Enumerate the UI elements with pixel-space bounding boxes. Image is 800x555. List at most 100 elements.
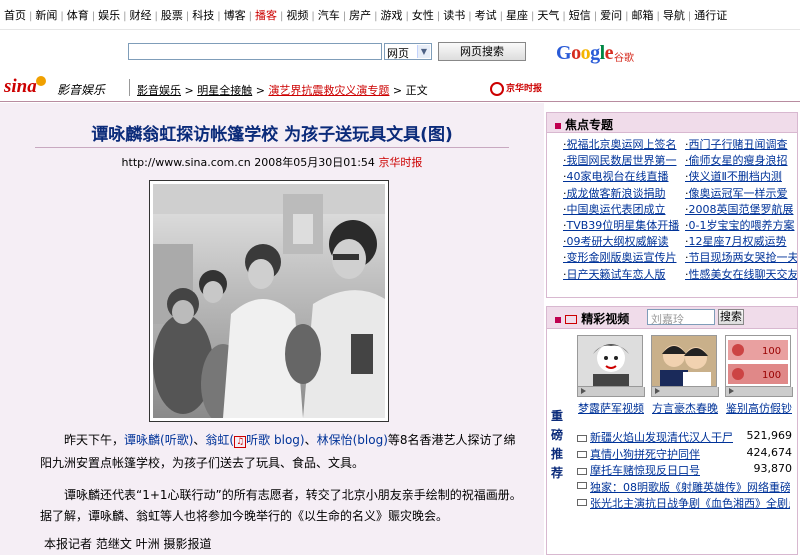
svg-text:100: 100 bbox=[762, 370, 781, 381]
video-list-item[interactable]: 张光北主演抗日战争剧《血色湘西》全剧点播 bbox=[577, 495, 795, 512]
nav-separator: | bbox=[248, 11, 252, 22]
nav-item[interactable]: 游戏 bbox=[381, 7, 403, 23]
search-input[interactable] bbox=[128, 43, 382, 60]
sina-logo[interactable]: sina bbox=[4, 76, 46, 98]
focus-topic-link[interactable]: ·TVB39位明星集体开播 bbox=[563, 217, 683, 233]
focus-topic-link[interactable]: ·变形金刚版奥运宣传片 bbox=[563, 249, 683, 265]
paragraph-2: 谭咏麟还代表“1+1心联行动”的所有志愿者，转交了北京小朋友亲手绘制的祝福画册。… bbox=[40, 488, 522, 523]
play-icon[interactable] bbox=[651, 387, 719, 397]
focus-topic-text: 中国奥运代表团成立 bbox=[566, 202, 666, 216]
link-weng[interactable]: 翁虹( bbox=[205, 433, 234, 447]
focus-topic-link[interactable]: ·祝福北京奥运网上签名 bbox=[563, 136, 683, 152]
channel-name[interactable]: 影音娱乐 bbox=[57, 81, 105, 98]
web-search-button[interactable]: 网页搜索 bbox=[438, 42, 526, 61]
thumb-illustration-1 bbox=[578, 336, 642, 386]
focus-topic-link[interactable]: ·日产天籁试车恋人版 bbox=[563, 266, 683, 282]
article-meta: http://www.sina.com.cn 2008年05月30日01:54 … bbox=[0, 154, 544, 170]
nav-item[interactable]: 博客 bbox=[224, 7, 246, 23]
nav-separator: | bbox=[60, 11, 64, 22]
thumb-illustration-3: 100 100 bbox=[726, 336, 790, 386]
video-list-title[interactable]: 摩托车赌惊现反日口号 bbox=[590, 464, 700, 477]
nav-item[interactable]: 播客 bbox=[255, 7, 277, 23]
google-logo[interactable]: Google bbox=[556, 42, 614, 65]
nav-item[interactable]: 股票 bbox=[161, 7, 183, 23]
nav-item[interactable]: 财经 bbox=[130, 7, 152, 23]
video-search-button[interactable]: 搜索 bbox=[718, 309, 744, 325]
video-thumb-1[interactable]: 梦露萨军视频 bbox=[577, 335, 645, 415]
video-thumb-2[interactable]: 方言豪杰春晚 bbox=[651, 335, 719, 415]
focus-topic-link[interactable]: ·偷师女星的瘦身浪招 bbox=[685, 152, 797, 168]
video-list-title[interactable]: 真情小狗拼死守护同伴 bbox=[590, 448, 700, 461]
search-type-select[interactable]: 网页 ▼ bbox=[384, 43, 432, 60]
focus-topic-link[interactable]: ·西门子行赌丑闻调查 bbox=[685, 136, 797, 152]
video-thumb-3[interactable]: 100 100 鉴别高仿假钞 bbox=[725, 335, 793, 415]
nav-item[interactable]: 导航 bbox=[663, 7, 685, 23]
nav-item[interactable]: 房产 bbox=[349, 7, 371, 23]
breadcrumb-link-stars[interactable]: 明星全接触 bbox=[197, 84, 252, 97]
focus-topic-text: TVB39位明星集体开播 bbox=[566, 218, 680, 232]
link-weng-blog[interactable]: 听歌 blog) bbox=[246, 433, 304, 447]
nav-separator: | bbox=[217, 11, 221, 22]
nav-item[interactable]: 星座 bbox=[506, 7, 528, 23]
focus-topic-link[interactable]: ·40家电视台在线直播 bbox=[563, 168, 683, 184]
focus-topic-link[interactable]: ·性感美女在线聊天交友 bbox=[685, 266, 797, 282]
nav-separator: | bbox=[593, 11, 598, 22]
source-url: http://www.sina.com.cn bbox=[121, 156, 251, 169]
focus-topic-text: 侠义道Ⅱ不删档内测 bbox=[688, 170, 782, 184]
focus-topic-link[interactable]: ·成龙做客新浪谈捐助 bbox=[563, 185, 683, 201]
nav-item[interactable]: 新闻 bbox=[35, 7, 57, 23]
focus-topic-text: 偷师女星的瘦身浪招 bbox=[688, 154, 788, 168]
article-source[interactable]: 京华时报 bbox=[378, 156, 422, 169]
video-list-item[interactable]: 新疆火焰山发现清代汉人干尸 521,969 bbox=[577, 429, 795, 446]
focus-topic-link[interactable]: ·我国网民数居世界第一 bbox=[563, 152, 683, 168]
nav-item[interactable]: 首页 bbox=[4, 7, 26, 23]
nav-item[interactable]: 读书 bbox=[443, 7, 465, 23]
nav-item[interactable]: 爱问 bbox=[600, 7, 622, 23]
focus-topic-link[interactable]: ·像奥运冠军一样示爱 bbox=[685, 185, 797, 201]
video-list-item[interactable]: 真情小狗拼死守护同伴 424,674 bbox=[577, 446, 795, 463]
play-icon[interactable] bbox=[725, 387, 793, 397]
focus-topic-link[interactable]: ·0-1岁宝宝的喂养方案 bbox=[685, 217, 797, 233]
article-title: 谭咏麟翁虹探访帐篷学校 为孩子送玩具文具(图) bbox=[91, 125, 453, 145]
view-count: 521,969 bbox=[746, 429, 793, 442]
video-thumb-image bbox=[577, 335, 643, 387]
nav-item[interactable]: 汽车 bbox=[318, 7, 340, 23]
video-list-item[interactable]: 独家：08明歌版《射雕英雄传》网络重磅首 bbox=[577, 479, 795, 496]
video-ranking-list: 新疆火焰山发现清代汉人干尸 521,969 真情小狗拼死守护同伴 424,674 摩托车… bbox=[577, 429, 795, 512]
nav-item[interactable]: 天气 bbox=[537, 7, 559, 23]
nav-separator: | bbox=[342, 11, 347, 22]
nav-item[interactable]: 通行证 bbox=[694, 7, 727, 23]
focus-topic-link[interactable]: ·09考研大纲权威解读 bbox=[563, 233, 683, 249]
nav-item[interactable]: 科技 bbox=[192, 7, 214, 23]
nav-separator: | bbox=[436, 11, 441, 22]
video-icon bbox=[577, 467, 587, 475]
video-list-title[interactable]: 张光北主演抗日战争剧《血色湘西》全剧点播 bbox=[590, 495, 790, 511]
play-icon[interactable] bbox=[577, 387, 645, 397]
nav-separator: | bbox=[468, 11, 472, 22]
focus-topic-link[interactable]: ·2008英国范堡罗航展 bbox=[685, 201, 797, 217]
video-list-title[interactable]: 独家：08明歌版《射雕英雄传》网络重磅首 bbox=[590, 479, 790, 495]
focus-topic-text: 40家电视台在线直播 bbox=[566, 170, 669, 184]
link-lin[interactable]: 林保怡(blog) bbox=[317, 433, 388, 447]
top-nav: 首页 | 新闻 | 体育 | 娱乐 | 财经 | 股票 | 科技 | 博客 | 播客 | 视频 | 汽车 | 房产 | 游戏 | 女… bbox=[0, 0, 800, 30]
nav-separator: | bbox=[311, 11, 315, 22]
focus-topic-link[interactable]: ·节目现场两女哭抢一夫 bbox=[685, 249, 797, 265]
focus-topic-link[interactable]: ·12星座7月权威运势 bbox=[685, 233, 797, 249]
nav-item[interactable]: 考试 bbox=[475, 7, 497, 23]
nav-item[interactable]: 女性 bbox=[412, 7, 434, 23]
breadcrumb-link-ent[interactable]: 影音娱乐 bbox=[137, 84, 181, 97]
video-list-title[interactable]: 新疆火焰山发现清代汉人干尸 bbox=[590, 431, 733, 444]
focus-topic-link[interactable]: ·侠义道Ⅱ不删档内测 bbox=[685, 168, 797, 184]
link-tan[interactable]: 谭咏麟(听歌) bbox=[124, 433, 193, 447]
breadcrumb-link-special[interactable]: 演艺界抗震救灾义演专题 bbox=[268, 84, 389, 97]
video-list-item[interactable]: 摩托车赌惊现反日口号 93,870 bbox=[577, 462, 795, 479]
video-search-input[interactable]: 刘嘉玲 bbox=[647, 309, 715, 326]
article-photo bbox=[149, 180, 389, 422]
nav-item[interactable]: 体育 bbox=[67, 7, 89, 23]
nav-item[interactable]: 邮箱 bbox=[632, 7, 654, 23]
nav-item[interactable]: 视频 bbox=[286, 7, 308, 23]
nav-item[interactable]: 短信 bbox=[569, 7, 591, 23]
video-icon bbox=[577, 482, 587, 490]
focus-topic-link[interactable]: ·中国奥运代表团成立 bbox=[563, 201, 683, 217]
nav-item[interactable]: 娱乐 bbox=[98, 7, 120, 23]
